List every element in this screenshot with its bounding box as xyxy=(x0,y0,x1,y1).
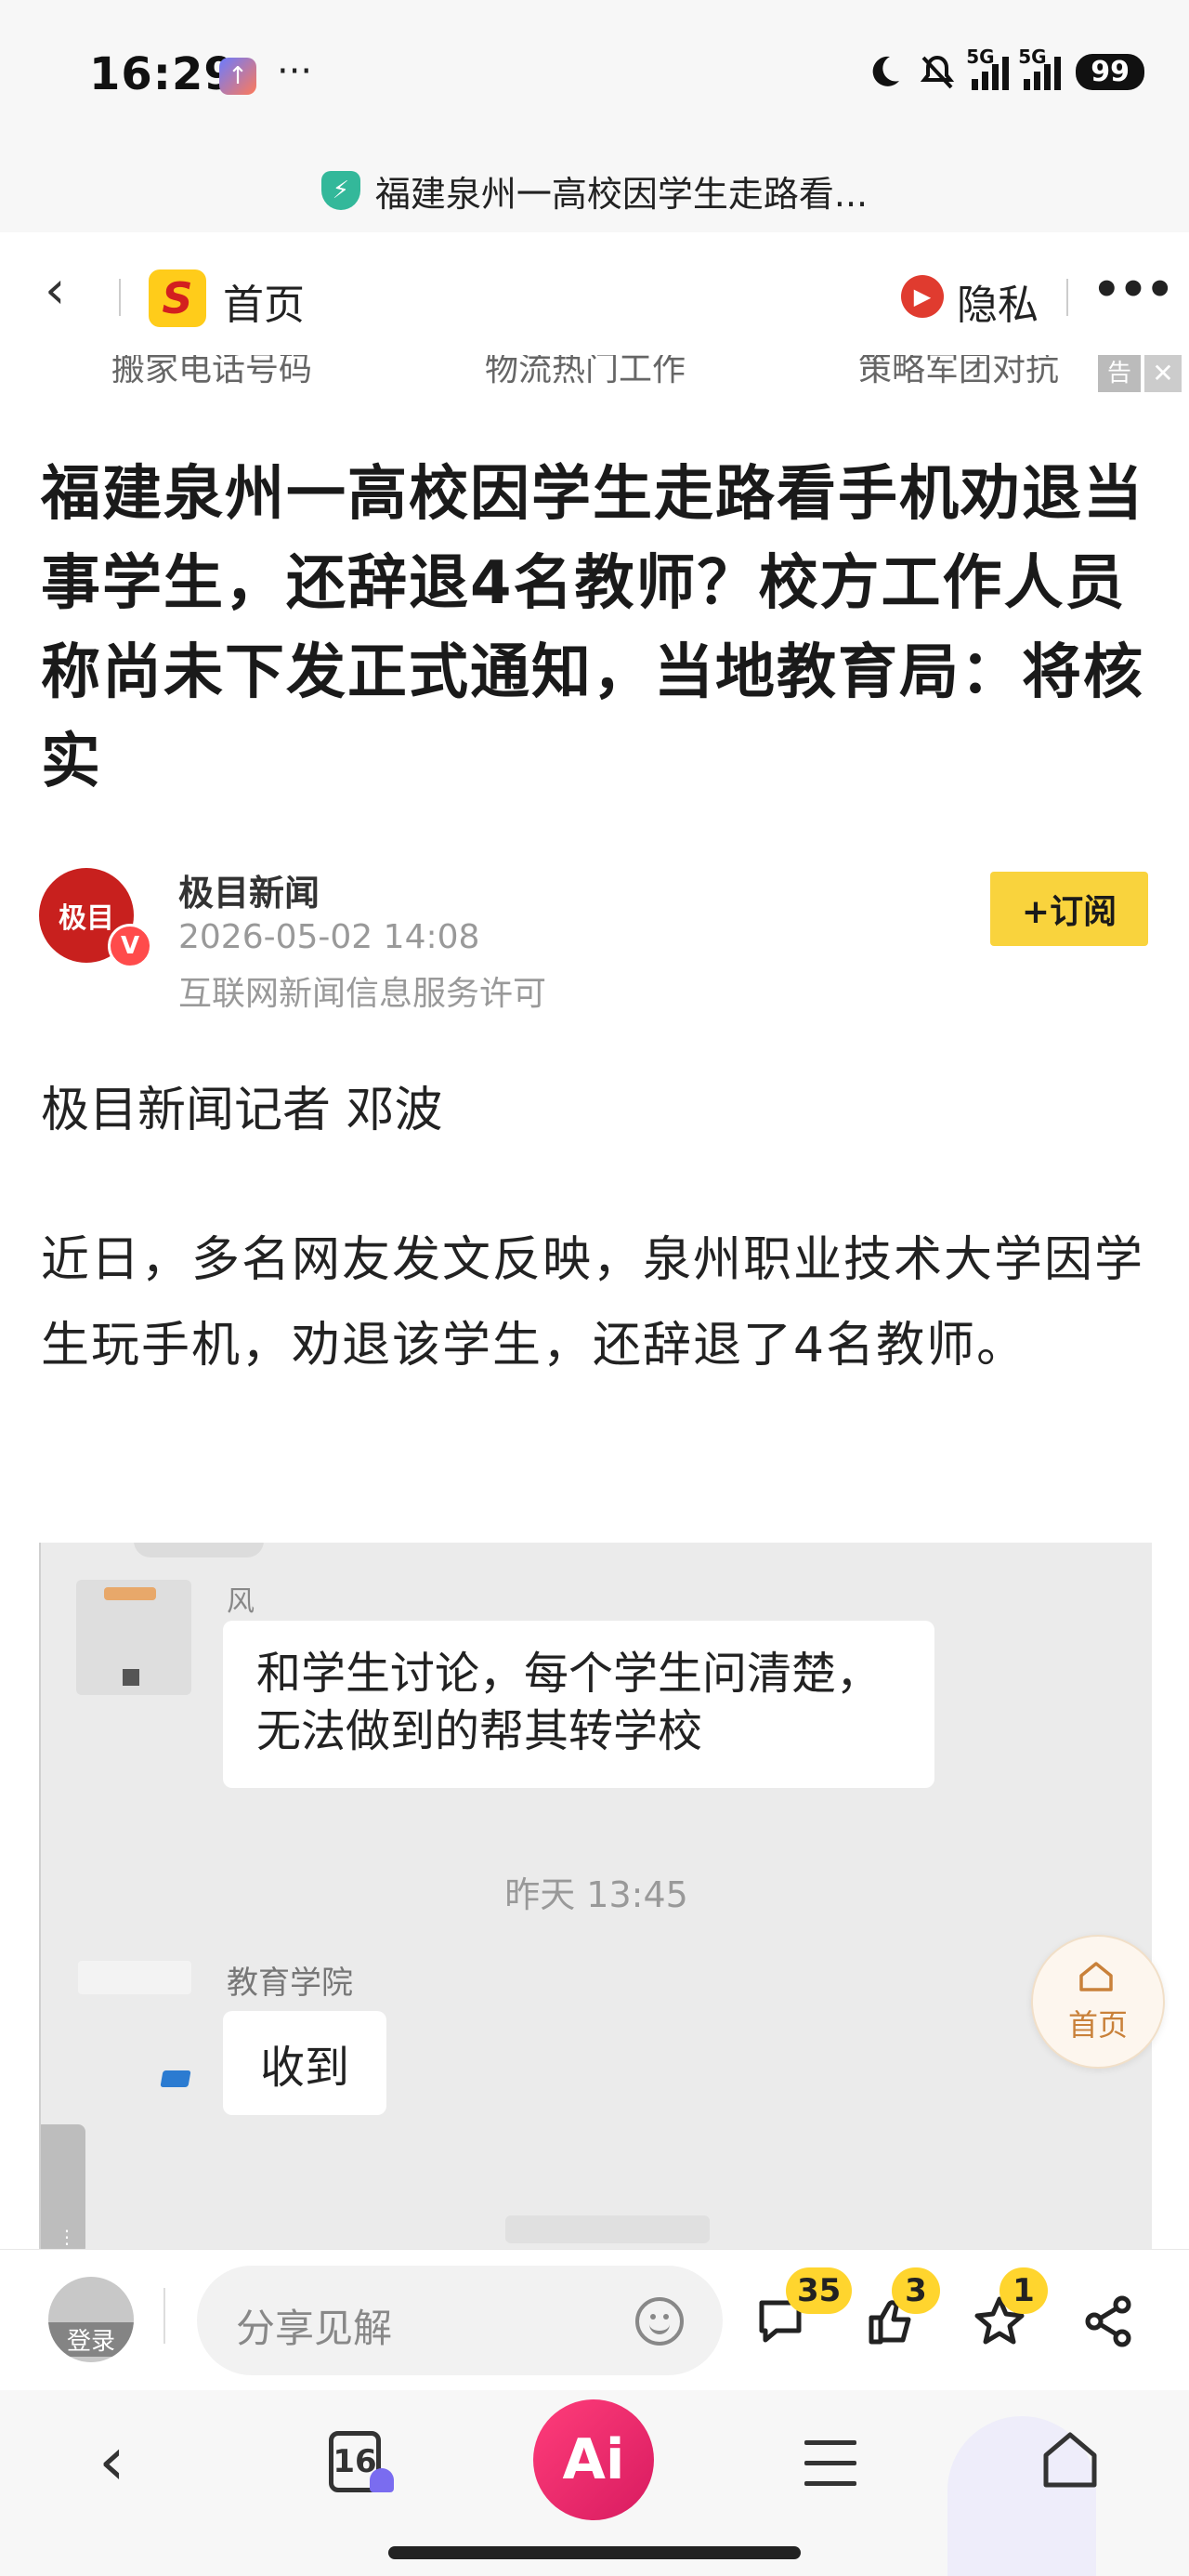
mute-bell-icon xyxy=(921,55,955,89)
chat-timestamp: 昨天 13:45 xyxy=(504,1874,688,1915)
chat-text: 无法做到的帮其转学校 xyxy=(256,1705,703,1757)
byline: 极目新闻记者 邓波 xyxy=(41,1083,443,1138)
floating-home-label: 首页 xyxy=(1067,2007,1128,2043)
battery-icon: 99 xyxy=(1076,53,1144,90)
ad-strip[interactable]: 搬家电话号码 物流热门工作 策略军团对抗 告 ✕ xyxy=(0,355,1189,394)
status-time: 16:29 xyxy=(89,48,236,100)
like-count-badge: 3 xyxy=(892,2267,940,2314)
article-paragraph: 近日，多名网友发文反映，泉州职业技术大学因学生玩手机，劝退该学生，还辞退了4名教… xyxy=(41,1232,1145,1373)
chat-bubble: 收到 xyxy=(223,2011,386,2115)
verified-icon: V xyxy=(108,924,152,968)
privacy-button[interactable]: 隐私 xyxy=(957,271,1039,331)
chat-sender-name: 教育学院 xyxy=(227,1965,353,2002)
login-avatar[interactable]: 登录 xyxy=(48,2277,134,2362)
browser-back-button[interactable]: ‹ xyxy=(98,2422,125,2500)
signal-label: 5G xyxy=(1018,46,1047,68)
signal-icon: 5G xyxy=(1018,46,1062,90)
chat-sender-name: 风 xyxy=(227,1585,255,1618)
chat-text: 和学生讨论，每个学生问清楚， xyxy=(256,1648,882,1700)
ai-assistant-button[interactable]: Ai xyxy=(533,2399,654,2520)
side-handle: ⋮ xyxy=(41,2124,85,2249)
house-icon xyxy=(1079,1962,1113,1991)
sohu-logo-icon[interactable]: S xyxy=(149,269,206,327)
floating-home-button[interactable]: 首页 xyxy=(1031,1935,1165,2069)
signal-label: 5G xyxy=(966,46,995,68)
divider xyxy=(119,279,121,316)
signal-icon: 5G xyxy=(966,46,1010,90)
avatar-badge xyxy=(160,2070,191,2087)
ad-item[interactable]: 物流热门工作 xyxy=(485,355,686,390)
menu-icon[interactable] xyxy=(804,2440,856,2487)
ad-tag: 告 xyxy=(1097,355,1141,392)
image-artifact xyxy=(505,2215,710,2243)
moon-icon xyxy=(872,56,900,86)
login-label[interactable]: 登录 xyxy=(48,2322,134,2357)
article-image[interactable]: 风 和学生讨论，每个学生问清楚， 无法做到的帮其转学校 昨天 13:45 教育学… xyxy=(39,1543,1152,2249)
app-notification-icon: ↑ xyxy=(219,58,256,95)
chat-bubble: 和学生讨论，每个学生问清楚， 无法做到的帮其转学校 xyxy=(223,1621,934,1788)
publish-time: 2026-05-02 14:08 xyxy=(178,918,480,956)
favorite-count-badge: 1 xyxy=(1000,2267,1048,2314)
page-title-url[interactable]: 福建泉州一高校因学生走路看... xyxy=(375,165,868,217)
shield-icon: ⚡ xyxy=(320,171,360,210)
divider xyxy=(1066,279,1068,316)
comment-placeholder[interactable]: 分享见解 xyxy=(236,2297,392,2354)
home-icon[interactable] xyxy=(1040,2429,1100,2491)
gesture-bar[interactable] xyxy=(388,2546,801,2559)
close-icon[interactable]: ✕ xyxy=(1144,355,1182,392)
comment-input[interactable]: 分享见解 xyxy=(197,2266,723,2375)
back-button[interactable]: ‹ xyxy=(45,260,65,321)
subscribe-button[interactable]: +订阅 xyxy=(990,872,1148,946)
image-artifact xyxy=(134,1543,264,1557)
ad-item[interactable]: 搬家电话号码 xyxy=(111,355,312,390)
home-link[interactable]: 首页 xyxy=(223,271,305,331)
ad-item[interactable]: 策略军团对抗 xyxy=(858,355,1059,390)
article-title: 福建泉州一高校因学生走路看手机劝退当事学生，还辞退4名教师？校方工作人员称尚未下… xyxy=(41,460,1144,796)
avatar xyxy=(78,1961,191,1994)
status-more-icon: ··· xyxy=(277,50,313,93)
play-icon[interactable]: ▶ xyxy=(901,275,944,318)
license-text: 互联网新闻信息服务许可 xyxy=(178,975,547,1013)
comment-count-badge: 35 xyxy=(786,2267,853,2314)
emoji-icon[interactable] xyxy=(635,2297,684,2346)
incognito-ghost-icon xyxy=(370,2468,394,2492)
divider xyxy=(163,2288,165,2344)
author-name[interactable]: 极目新闻 xyxy=(178,864,320,915)
avatar xyxy=(76,1580,191,1695)
share-icon[interactable] xyxy=(1081,2293,1137,2349)
status-icons: 5G 5G 99 xyxy=(866,46,1144,91)
address-bar[interactable]: ⚡ 福建泉州一高校因学生走路看... xyxy=(0,149,1189,232)
more-menu-button[interactable]: ••• xyxy=(1092,264,1174,316)
